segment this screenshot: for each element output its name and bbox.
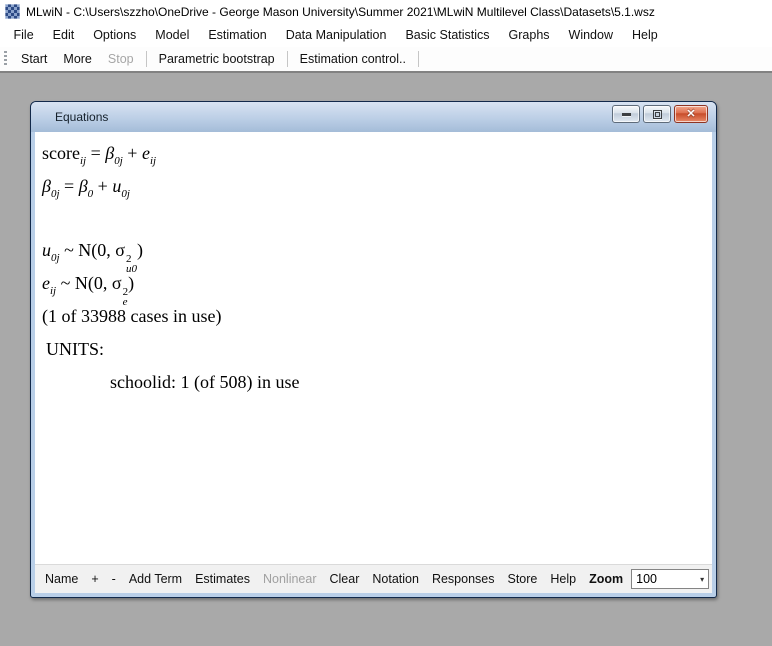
toolbar-button-start[interactable]: Start (13, 47, 55, 71)
equation-line: (1 of 33988 cases in use) (42, 300, 712, 333)
equations-footer-button-store[interactable]: Store (507, 572, 537, 586)
equation-segment: ij (150, 155, 156, 167)
mdi-client-area: Equations ✕ scoreij = β0j + eijβ0j = β0 … (0, 71, 772, 646)
toolbar-separator (287, 51, 288, 67)
equation-line: u0j ~ N(0, σ2u0) (42, 234, 712, 267)
minimize-icon (622, 113, 631, 116)
equation-segment: β (42, 176, 51, 196)
equation-line: β0j = β0 + u0j (42, 170, 712, 203)
equations-window: Equations ✕ scoreij = β0j + eijβ0j = β0 … (30, 101, 717, 598)
equations-footer-button-responses[interactable]: Responses (432, 572, 495, 586)
equation-segment: e (42, 273, 50, 293)
equation-segment: 0j (51, 188, 60, 200)
equation-segment: score (42, 143, 80, 163)
equations-footer-button-name[interactable]: Name (45, 572, 78, 586)
toolbar-button-stop: Stop (100, 47, 142, 71)
equation-segment: σ (112, 273, 122, 293)
menu-item-help[interactable]: Help (623, 23, 668, 47)
equations-footer-button-minus[interactable]: - (112, 572, 116, 586)
equation-segment: (1 of 33988 cases in use) (42, 306, 221, 326)
zoom-level-combobox[interactable]: 100 ▾ (631, 569, 709, 589)
equation-segment: u (42, 240, 51, 260)
equations-window-body: scoreij = β0j + eijβ0j = β0 + u0ju0j ~ N… (35, 132, 712, 593)
equation-segment: ~ N(0, (60, 240, 116, 260)
equation-segment: = (86, 143, 105, 163)
equation-segment: + (123, 143, 142, 163)
equation-segment: 0j (114, 155, 123, 167)
maximize-button[interactable] (643, 105, 671, 123)
equation-segment: UNITS: (46, 339, 104, 359)
toolbar-button-more[interactable]: More (55, 47, 99, 71)
toolbar-separator (418, 51, 419, 67)
menu-item-file[interactable]: File (4, 23, 43, 47)
equation-segment: schoolid: 1 (of 508) in use (110, 372, 299, 392)
close-icon: ✕ (686, 109, 695, 120)
equation-line: UNITS: (42, 333, 712, 366)
equation-segment: σ (115, 240, 125, 260)
equations-footer-button-clear[interactable]: Clear (330, 572, 360, 586)
menu-item-edit[interactable]: Edit (43, 23, 84, 47)
close-button[interactable]: ✕ (674, 105, 708, 123)
equations-footer-button-estimates[interactable]: Estimates (195, 572, 250, 586)
main-toolbar: StartMoreStop Parametric bootstrap Estimat… (0, 47, 772, 71)
equation-segment: = (60, 176, 79, 196)
menu-item-model[interactable]: Model (146, 23, 199, 47)
menu-item-graphs[interactable]: Graphs (499, 23, 559, 47)
minimize-button[interactable] (612, 105, 640, 123)
toolbar-button-estimation-control[interactable]: Estimation control.. (292, 47, 414, 71)
equation-segment: + (93, 176, 112, 196)
equation-segment: β (105, 143, 114, 163)
menu-item-estimation[interactable]: Estimation (199, 23, 276, 47)
equation-segment: ) (137, 240, 143, 260)
equations-footer-button-help[interactable]: Help (550, 572, 576, 586)
equations-footer-button-notation[interactable]: Notation (372, 572, 419, 586)
chevron-down-icon[interactable]: ▾ (700, 575, 704, 584)
main-titlebar: MLwiN - C:\Users\szzho\OneDrive - George… (0, 0, 772, 23)
toolbar-separator (146, 51, 147, 67)
zoom-level-value: 100 (636, 572, 657, 586)
equation-segment: 0j (51, 252, 60, 264)
equation-line: eij ~ N(0, σ2e) (42, 267, 712, 300)
mlwin-app-icon (5, 4, 20, 19)
menu-item-basic-statistics[interactable]: Basic Statistics (396, 23, 499, 47)
equations-footer-toolbar: Name +-Add Term Estimates Nonlinear Clear Not… (35, 564, 712, 593)
menu-item-options[interactable]: Options (84, 23, 146, 47)
equations-footer-button-nonlinear: Nonlinear (263, 572, 317, 586)
equations-footer-button-add-term[interactable]: Add Term (129, 572, 182, 586)
equations-window-title: Equations (55, 110, 108, 124)
equation-line: scoreij = β0j + eij (42, 137, 712, 170)
equations-window-titlebar[interactable]: Equations ✕ (31, 102, 716, 132)
equation-segment: β (79, 176, 88, 196)
equation-segment: e (142, 143, 150, 163)
equations-footer-button-zoom[interactable]: Zoom (589, 572, 623, 586)
menu-bar: FileEditOptionsModelEstimationData Manip… (0, 23, 772, 47)
equation-segment: u (112, 176, 121, 196)
equations-footer-button-plus[interactable]: + (91, 572, 98, 586)
mlwin-application-window: MLwiN - C:\Users\szzho\OneDrive - George… (0, 0, 772, 646)
equation-segment: ) (128, 273, 134, 293)
main-window-title: MLwiN - C:\Users\szzho\OneDrive - George… (26, 5, 655, 19)
equation-line: schoolid: 1 (of 508) in use (42, 366, 712, 399)
menu-item-window[interactable]: Window (559, 23, 622, 47)
menu-item-data-manipulation[interactable]: Data Manipulation (276, 23, 396, 47)
equation-segment: 0j (121, 188, 130, 200)
window-controls: ✕ (612, 105, 708, 123)
toolbar-grip-handle[interactable] (4, 51, 7, 67)
equation-segment: ~ N(0, (56, 273, 112, 293)
equations-display-area[interactable]: scoreij = β0j + eijβ0j = β0 + u0ju0j ~ N… (35, 132, 712, 564)
toolbar-button-parametric-bootstrap[interactable]: Parametric bootstrap (151, 47, 283, 71)
maximize-icon (653, 110, 662, 119)
